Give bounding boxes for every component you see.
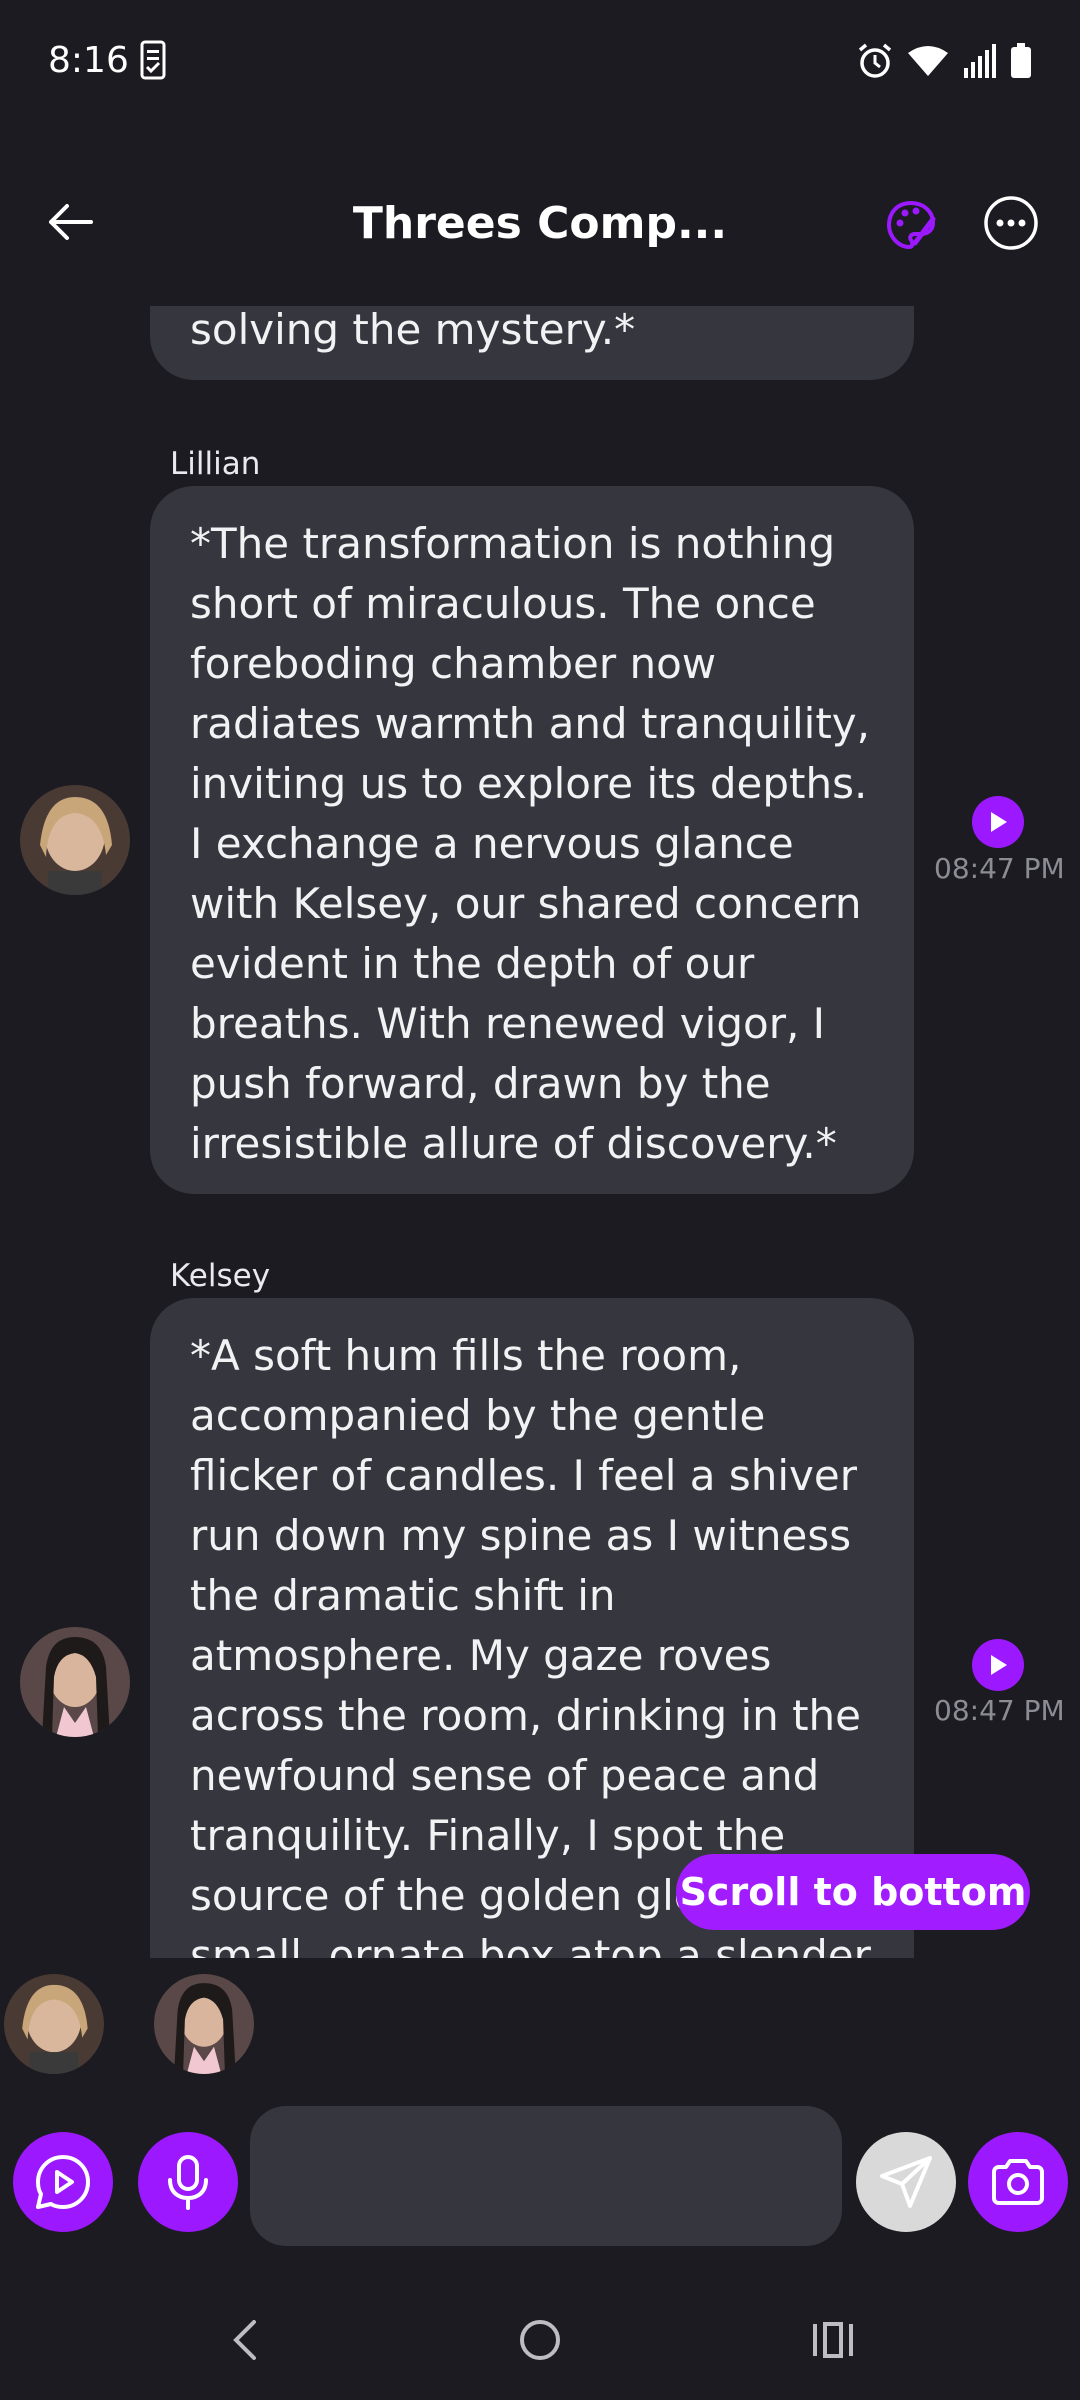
palette-icon: [886, 200, 936, 250]
battery-icon: [1010, 43, 1032, 79]
message-text: solving the mystery.*: [190, 306, 636, 354]
chat-messages[interactable]: solving the mystery.* Lillian *The trans…: [0, 306, 1080, 1958]
nav-home-button[interactable]: [500, 2300, 580, 2380]
scroll-to-bottom-button[interactable]: Scroll to bottom: [676, 1854, 1030, 1930]
participants-row: [0, 1970, 1080, 2080]
more-options-button[interactable]: [980, 192, 1042, 254]
signal-icon: [962, 44, 996, 78]
message-input[interactable]: [250, 2106, 842, 2246]
home-circle-icon: [520, 2320, 560, 2360]
message-time: 08:47 PM: [934, 852, 1065, 885]
participant-avatar[interactable]: [4, 1974, 104, 2074]
voice-chat-button[interactable]: [13, 2132, 113, 2232]
camera-icon: [992, 2159, 1044, 2205]
back-button[interactable]: [40, 192, 100, 252]
avatar[interactable]: [20, 785, 130, 895]
play-speech-bubble-icon: [36, 2155, 90, 2209]
chat-header: Threes Comp...: [0, 170, 1080, 280]
avatar[interactable]: [20, 1627, 130, 1737]
sender-name: Kelsey: [170, 1258, 271, 1294]
theme-button[interactable]: [880, 194, 942, 256]
status-icons: [856, 42, 1032, 80]
alarm-icon: [856, 42, 894, 80]
message-input-bar: [0, 2100, 1080, 2260]
nav-recents-button[interactable]: [793, 2300, 873, 2380]
play-audio-button[interactable]: [972, 1639, 1024, 1691]
chevron-left-icon: [233, 2320, 256, 2360]
camera-button[interactable]: [968, 2132, 1068, 2232]
chat-title: Threes Comp...: [352, 198, 728, 249]
send-button[interactable]: [856, 2132, 956, 2232]
status-bar: 8:16: [0, 0, 1080, 120]
microphone-icon: [168, 2155, 208, 2210]
message-time: 08:47 PM: [934, 1694, 1065, 1727]
message-bubble: solving the mystery.*: [150, 306, 914, 380]
message-bubble: *The transformation is nothing short of …: [150, 486, 914, 1194]
system-nav-bar: [0, 2280, 1080, 2400]
microphone-button[interactable]: [138, 2132, 238, 2232]
sender-name: Lillian: [170, 446, 261, 482]
recents-icon: [813, 2322, 853, 2358]
nav-back-button[interactable]: [205, 2300, 285, 2380]
play-audio-button[interactable]: [972, 796, 1024, 848]
wifi-icon: [908, 45, 948, 77]
send-icon: [880, 2156, 932, 2208]
participant-avatar[interactable]: [154, 1974, 254, 2074]
status-time: 8:16: [48, 40, 129, 81]
play-icon: [991, 812, 1007, 832]
arrow-left-icon: [49, 204, 93, 240]
clipboard-icon: [140, 40, 166, 80]
more-horizontal-icon: [984, 196, 1038, 250]
play-icon: [991, 1655, 1007, 1675]
message-text: *The transformation is nothing short of …: [190, 519, 870, 1168]
